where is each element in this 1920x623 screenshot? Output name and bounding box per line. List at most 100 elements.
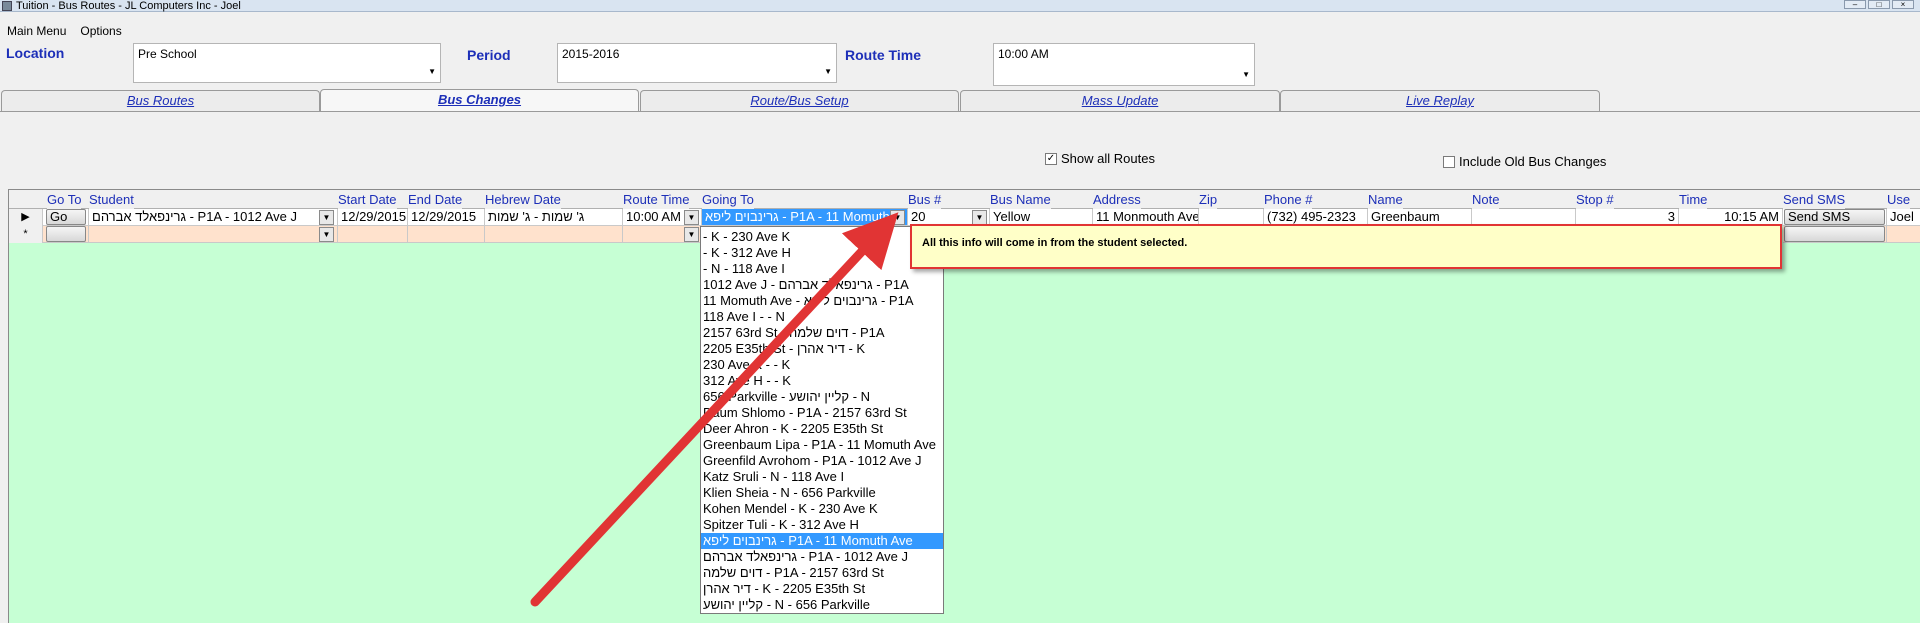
current-row-icon[interactable]: ▶ xyxy=(9,209,43,226)
minimize-icon[interactable]: – xyxy=(1844,0,1866,9)
user-cell[interactable]: Joel xyxy=(1887,209,1920,226)
col-going-to[interactable]: Going To xyxy=(702,190,754,209)
location-label: Location xyxy=(6,45,65,61)
go-to-cell: Go xyxy=(43,209,89,226)
maximize-icon[interactable]: □ xyxy=(1868,0,1890,9)
period-select[interactable]: 2015-2016 ▼ xyxy=(557,43,837,83)
dropdown-item[interactable]: - K - 230 Ave K xyxy=(701,229,943,245)
tab-live-replay[interactable]: Live Replay xyxy=(1280,90,1600,112)
menu-bar: Main Menu Options xyxy=(0,22,1920,40)
start-date-cell[interactable]: 12/29/2015 xyxy=(338,209,408,226)
new-row-icon[interactable]: * xyxy=(9,226,43,243)
close-icon[interactable]: × xyxy=(1892,0,1914,9)
dropdown-item[interactable]: 2205 E35th St - דיר אהרן - K xyxy=(701,341,943,357)
dropdown-item[interactable]: 230 Ave K - - K xyxy=(701,357,943,373)
window-title: Tuition - Bus Routes - JL Computers Inc … xyxy=(16,0,241,12)
col-bus-name[interactable]: Bus Name xyxy=(990,190,1051,209)
col-end-date[interactable]: End Date xyxy=(408,190,463,209)
tab-bus-changes[interactable]: Bus Changes xyxy=(320,89,639,113)
col-start-date[interactable]: Start Date xyxy=(338,190,397,209)
dropdown-item[interactable]: גרינבוים ליפא - P1A - 11 Momuth Ave xyxy=(701,533,943,549)
new-row-hebrew-date-cell[interactable] xyxy=(485,226,623,243)
chevron-down-icon[interactable]: ▼ xyxy=(319,227,334,242)
app-icon xyxy=(2,0,12,11)
dropdown-item[interactable]: 312 Ave H - - K xyxy=(701,373,943,389)
show-all-routes-checkbox[interactable]: ✓ Show all Routes xyxy=(1045,151,1155,166)
dropdown-item[interactable]: Daum Shlomo - P1A - 2157 63rd St xyxy=(701,405,943,421)
menu-main[interactable]: Main Menu xyxy=(0,22,73,40)
dropdown-item[interactable]: 2157 63rd St - דוים שלמה - P1A xyxy=(701,325,943,341)
dropdown-item[interactable]: דוים שלמה - P1A - 2157 63rd St xyxy=(701,565,943,581)
title-bar: Tuition - Bus Routes - JL Computers Inc … xyxy=(0,0,1920,12)
new-row-user-cell[interactable] xyxy=(1887,226,1920,243)
dropdown-item[interactable]: 1012 Ave J - גרינפאלד אברהם - P1A xyxy=(701,277,943,293)
route-time-label: Route Time xyxy=(845,47,921,63)
go-button[interactable]: Go xyxy=(46,209,86,225)
check-icon: ✓ xyxy=(1045,152,1057,165)
hebrew-date-cell[interactable]: ג' שמות - ג' שמות xyxy=(485,209,623,226)
period-value: 2015-2016 xyxy=(562,47,620,61)
dropdown-item[interactable]: - N - 118 Ave I xyxy=(701,261,943,277)
dropdown-item[interactable]: Kohen Mendel - K - 230 Ave K xyxy=(701,501,943,517)
col-bus-number[interactable]: Bus # xyxy=(908,190,942,209)
dropdown-item[interactable]: Deer Ahron - K - 2205 E35th St xyxy=(701,421,943,437)
end-date-cell[interactable]: 12/29/2015 xyxy=(408,209,485,226)
col-address[interactable]: Address xyxy=(1093,190,1141,209)
tab-route-bus-setup[interactable]: Route/Bus Setup xyxy=(640,90,959,112)
dropdown-item[interactable]: Greenbaum Lipa - P1A - 11 Momuth Ave xyxy=(701,437,943,453)
chevron-down-icon[interactable]: ▼ xyxy=(684,210,699,225)
chevron-down-icon[interactable]: ▼ xyxy=(684,227,699,242)
new-row-go-cell xyxy=(43,226,89,243)
col-student[interactable]: Student xyxy=(89,190,134,209)
tab-bus-routes[interactable]: Bus Routes xyxy=(1,90,320,112)
dropdown-item[interactable]: Klien Sheia - N - 656 Parkville xyxy=(701,485,943,501)
route-time-value: 10:00 AM xyxy=(998,47,1049,61)
col-stop-number[interactable]: Stop # xyxy=(1576,190,1614,209)
new-row-student-cell[interactable] xyxy=(89,226,338,243)
show-all-routes-label: Show all Routes xyxy=(1061,151,1155,166)
col-go-to[interactable]: Go To xyxy=(47,190,82,209)
location-select[interactable]: Pre School ▼ xyxy=(133,43,441,83)
col-name[interactable]: Name xyxy=(1368,190,1403,209)
dropdown-item[interactable]: גרינפאלד אברהם - P1A - 1012 Ave J xyxy=(701,549,943,565)
chevron-down-icon[interactable]: ▼ xyxy=(890,210,905,225)
annotation-text: All this info will come in from the stud… xyxy=(922,237,1188,249)
chevron-down-icon: ▼ xyxy=(1242,70,1250,79)
tab-bar: Bus Routes Bus Changes Route/Bus Setup M… xyxy=(0,89,1920,113)
dropdown-item[interactable]: 656 Parkville - קליין יהושע - N xyxy=(701,389,943,405)
new-row-start-date-cell[interactable] xyxy=(338,226,408,243)
student-cell[interactable]: גרינפאלד אברהם - P1A - 1012 Ave J xyxy=(89,209,338,226)
going-to-cell[interactable]: גרינבוים ליפא - P1A - 11 Momuth xyxy=(702,209,908,226)
menu-options[interactable]: Options xyxy=(73,22,128,40)
col-phone[interactable]: Phone # xyxy=(1264,190,1313,209)
chevron-down-icon: ▼ xyxy=(824,67,832,76)
dropdown-item[interactable]: Katz Sruli - N - 118 Ave I xyxy=(701,469,943,485)
col-send-sms[interactable]: Send SMS xyxy=(1783,190,1846,209)
chevron-down-icon[interactable]: ▼ xyxy=(972,210,987,225)
col-zip[interactable]: Zip xyxy=(1199,190,1218,209)
col-note[interactable]: Note xyxy=(1472,190,1500,209)
col-user[interactable]: Use xyxy=(1887,190,1911,209)
include-old-label: Include Old Bus Changes xyxy=(1459,154,1607,169)
new-row-end-date-cell[interactable] xyxy=(408,226,485,243)
dropdown-item[interactable]: - K - 312 Ave H xyxy=(701,245,943,261)
route-time-select[interactable]: 10:00 AM ▼ xyxy=(993,43,1255,86)
new-row-sms-button[interactable] xyxy=(1784,226,1885,242)
send-sms-button[interactable]: Send SMS xyxy=(1784,209,1885,225)
checkbox-empty-icon xyxy=(1443,155,1455,168)
going-to-dropdown-list[interactable]: - K - 230 Ave K- K - 312 Ave H- N - 118 … xyxy=(700,226,944,614)
chevron-down-icon: ▼ xyxy=(428,67,436,76)
col-route-time[interactable]: Route Time xyxy=(623,190,690,209)
dropdown-item[interactable]: דיר אהרן - K - 2205 E35th St xyxy=(701,581,943,597)
tab-mass-update[interactable]: Mass Update xyxy=(960,90,1280,112)
dropdown-item[interactable]: קליין יהושע - N - 656 Parkville xyxy=(701,597,943,613)
dropdown-item[interactable]: 118 Ave I - - N xyxy=(701,309,943,325)
dropdown-item[interactable]: Greenfild Avrohom - P1A - 1012 Ave J xyxy=(701,453,943,469)
dropdown-item[interactable]: 11 Momuth Ave - גרינבוים ליפא - P1A xyxy=(701,293,943,309)
col-hebrew-date[interactable]: Hebrew Date xyxy=(485,190,561,209)
chevron-down-icon[interactable]: ▼ xyxy=(319,210,334,225)
new-row-go-button[interactable] xyxy=(46,226,86,242)
include-old-checkbox[interactable]: Include Old Bus Changes xyxy=(1443,154,1606,169)
col-time[interactable]: Time xyxy=(1679,190,1708,209)
dropdown-item[interactable]: Spitzer Tuli - K - 312 Ave H xyxy=(701,517,943,533)
